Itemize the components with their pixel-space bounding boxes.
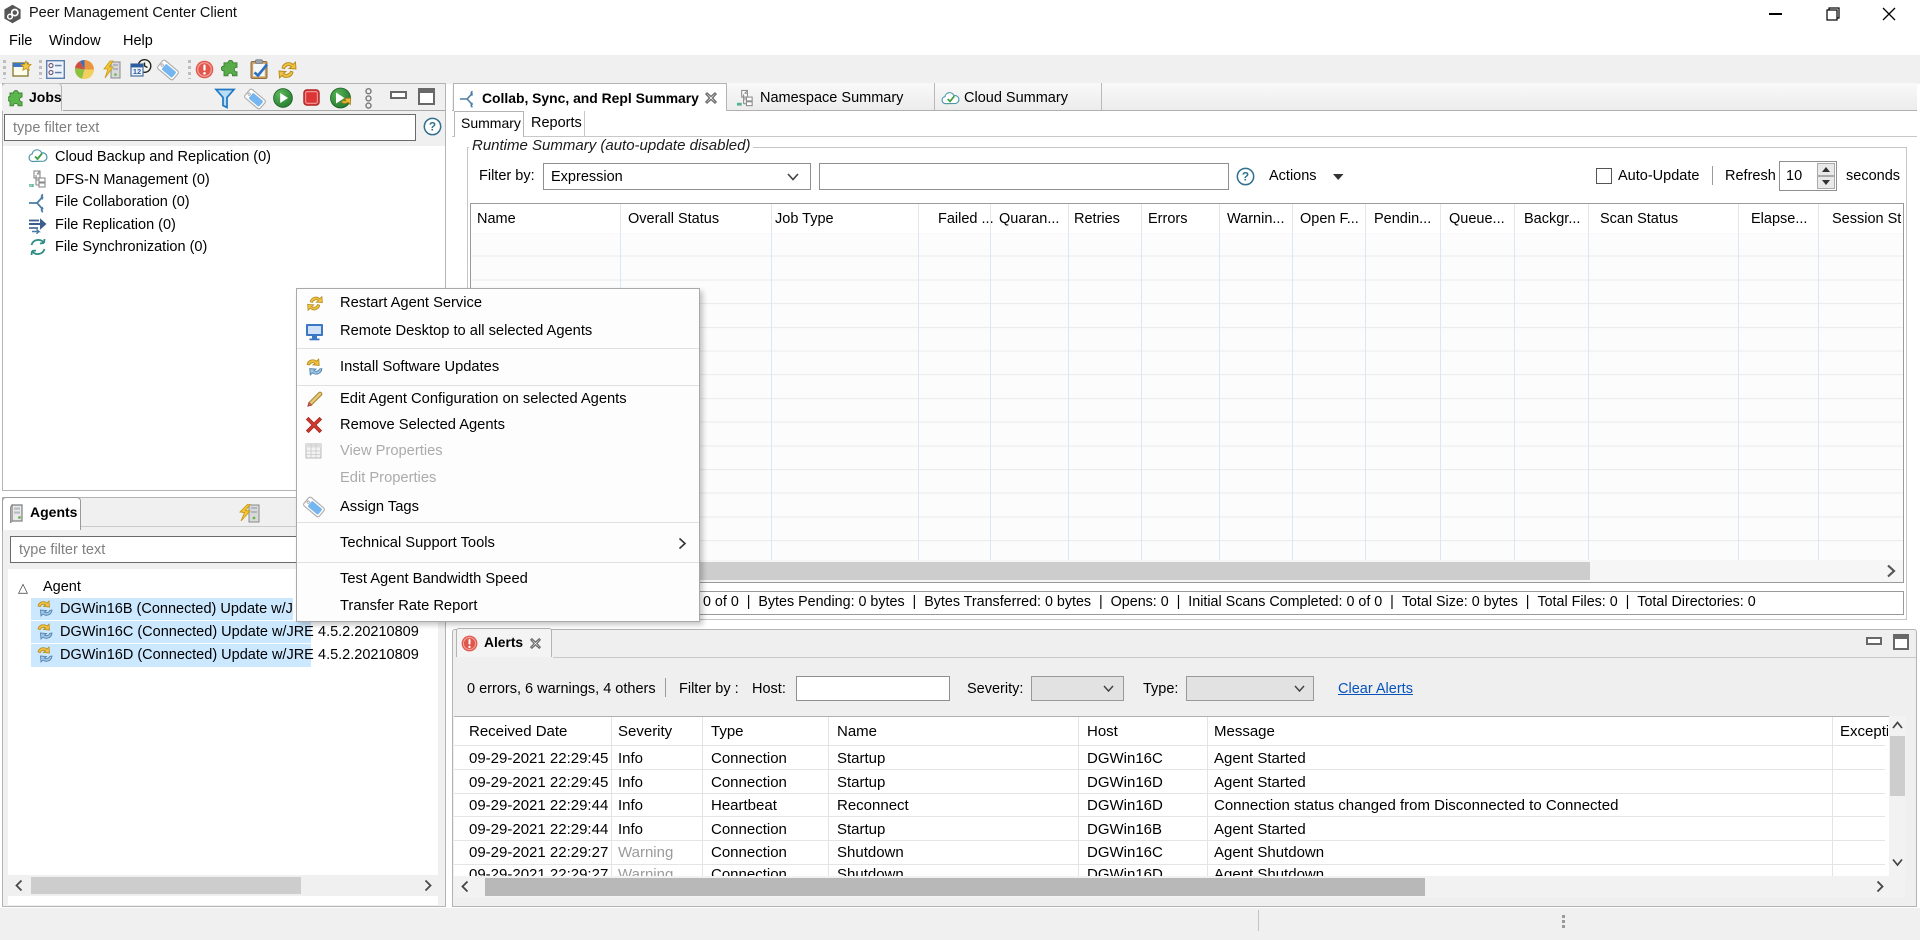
svg-text:12: 12	[133, 67, 141, 76]
svg-text:?: ?	[429, 120, 436, 134]
svg-text:DFS: DFS	[28, 184, 36, 188]
svg-text:?: ?	[1242, 170, 1249, 184]
